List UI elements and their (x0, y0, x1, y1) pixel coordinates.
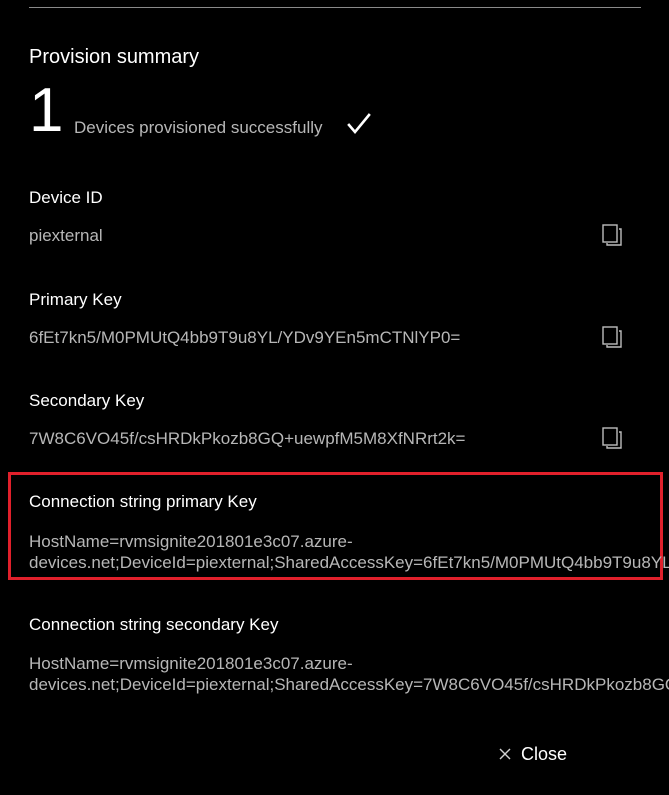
conn-primary-value[interactable]: HostName=rvmsignite201801e3c07.azure- de… (29, 531, 669, 573)
conn-secondary-value[interactable]: HostName=rvmsignite201801e3c07.azure- de… (29, 653, 669, 695)
device-id-value[interactable]: piexternal (29, 226, 103, 246)
conn-primary-line2: devices.net;DeviceId=piexternal;SharedAc… (29, 553, 669, 572)
checkmark-icon (347, 113, 371, 135)
conn-primary-line1: HostName=rvmsignite201801e3c07.azure- (29, 532, 353, 551)
summary-title: Provision summary (29, 46, 200, 68)
primary-key-label: Primary Key (29, 290, 122, 309)
top-divider (29, 7, 641, 8)
provisioned-count: 1 (29, 76, 64, 145)
conn-secondary-line1: HostName=rvmsignite201801e3c07.azure- (29, 654, 353, 673)
close-icon (499, 748, 511, 760)
close-label: Close (521, 743, 568, 764)
provisioned-status-text: Devices provisioned successfully (74, 118, 323, 137)
primary-key-value[interactable]: 6fEt7kn5/M0PMUtQ4bb9T9u8YL/YDv9YEn5mCTNl… (29, 328, 460, 348)
copy-icon[interactable] (600, 325, 624, 349)
copy-icon[interactable] (600, 426, 624, 450)
secondary-key-label: Secondary Key (29, 391, 145, 410)
conn-secondary-line2: devices.net;DeviceId=piexternal;SharedAc… (29, 675, 669, 694)
copy-icon[interactable] (600, 223, 624, 247)
conn-secondary-label: Connection string secondary Key (29, 615, 279, 634)
device-id-label: Device ID (29, 188, 103, 207)
close-button[interactable]: Close (498, 740, 567, 768)
conn-primary-label: Connection string primary Key (29, 492, 257, 511)
secondary-key-value[interactable]: 7W8C6VO45f/csHRDkPkozb8GQ+uewpfM5M8XfNRr… (29, 429, 466, 449)
